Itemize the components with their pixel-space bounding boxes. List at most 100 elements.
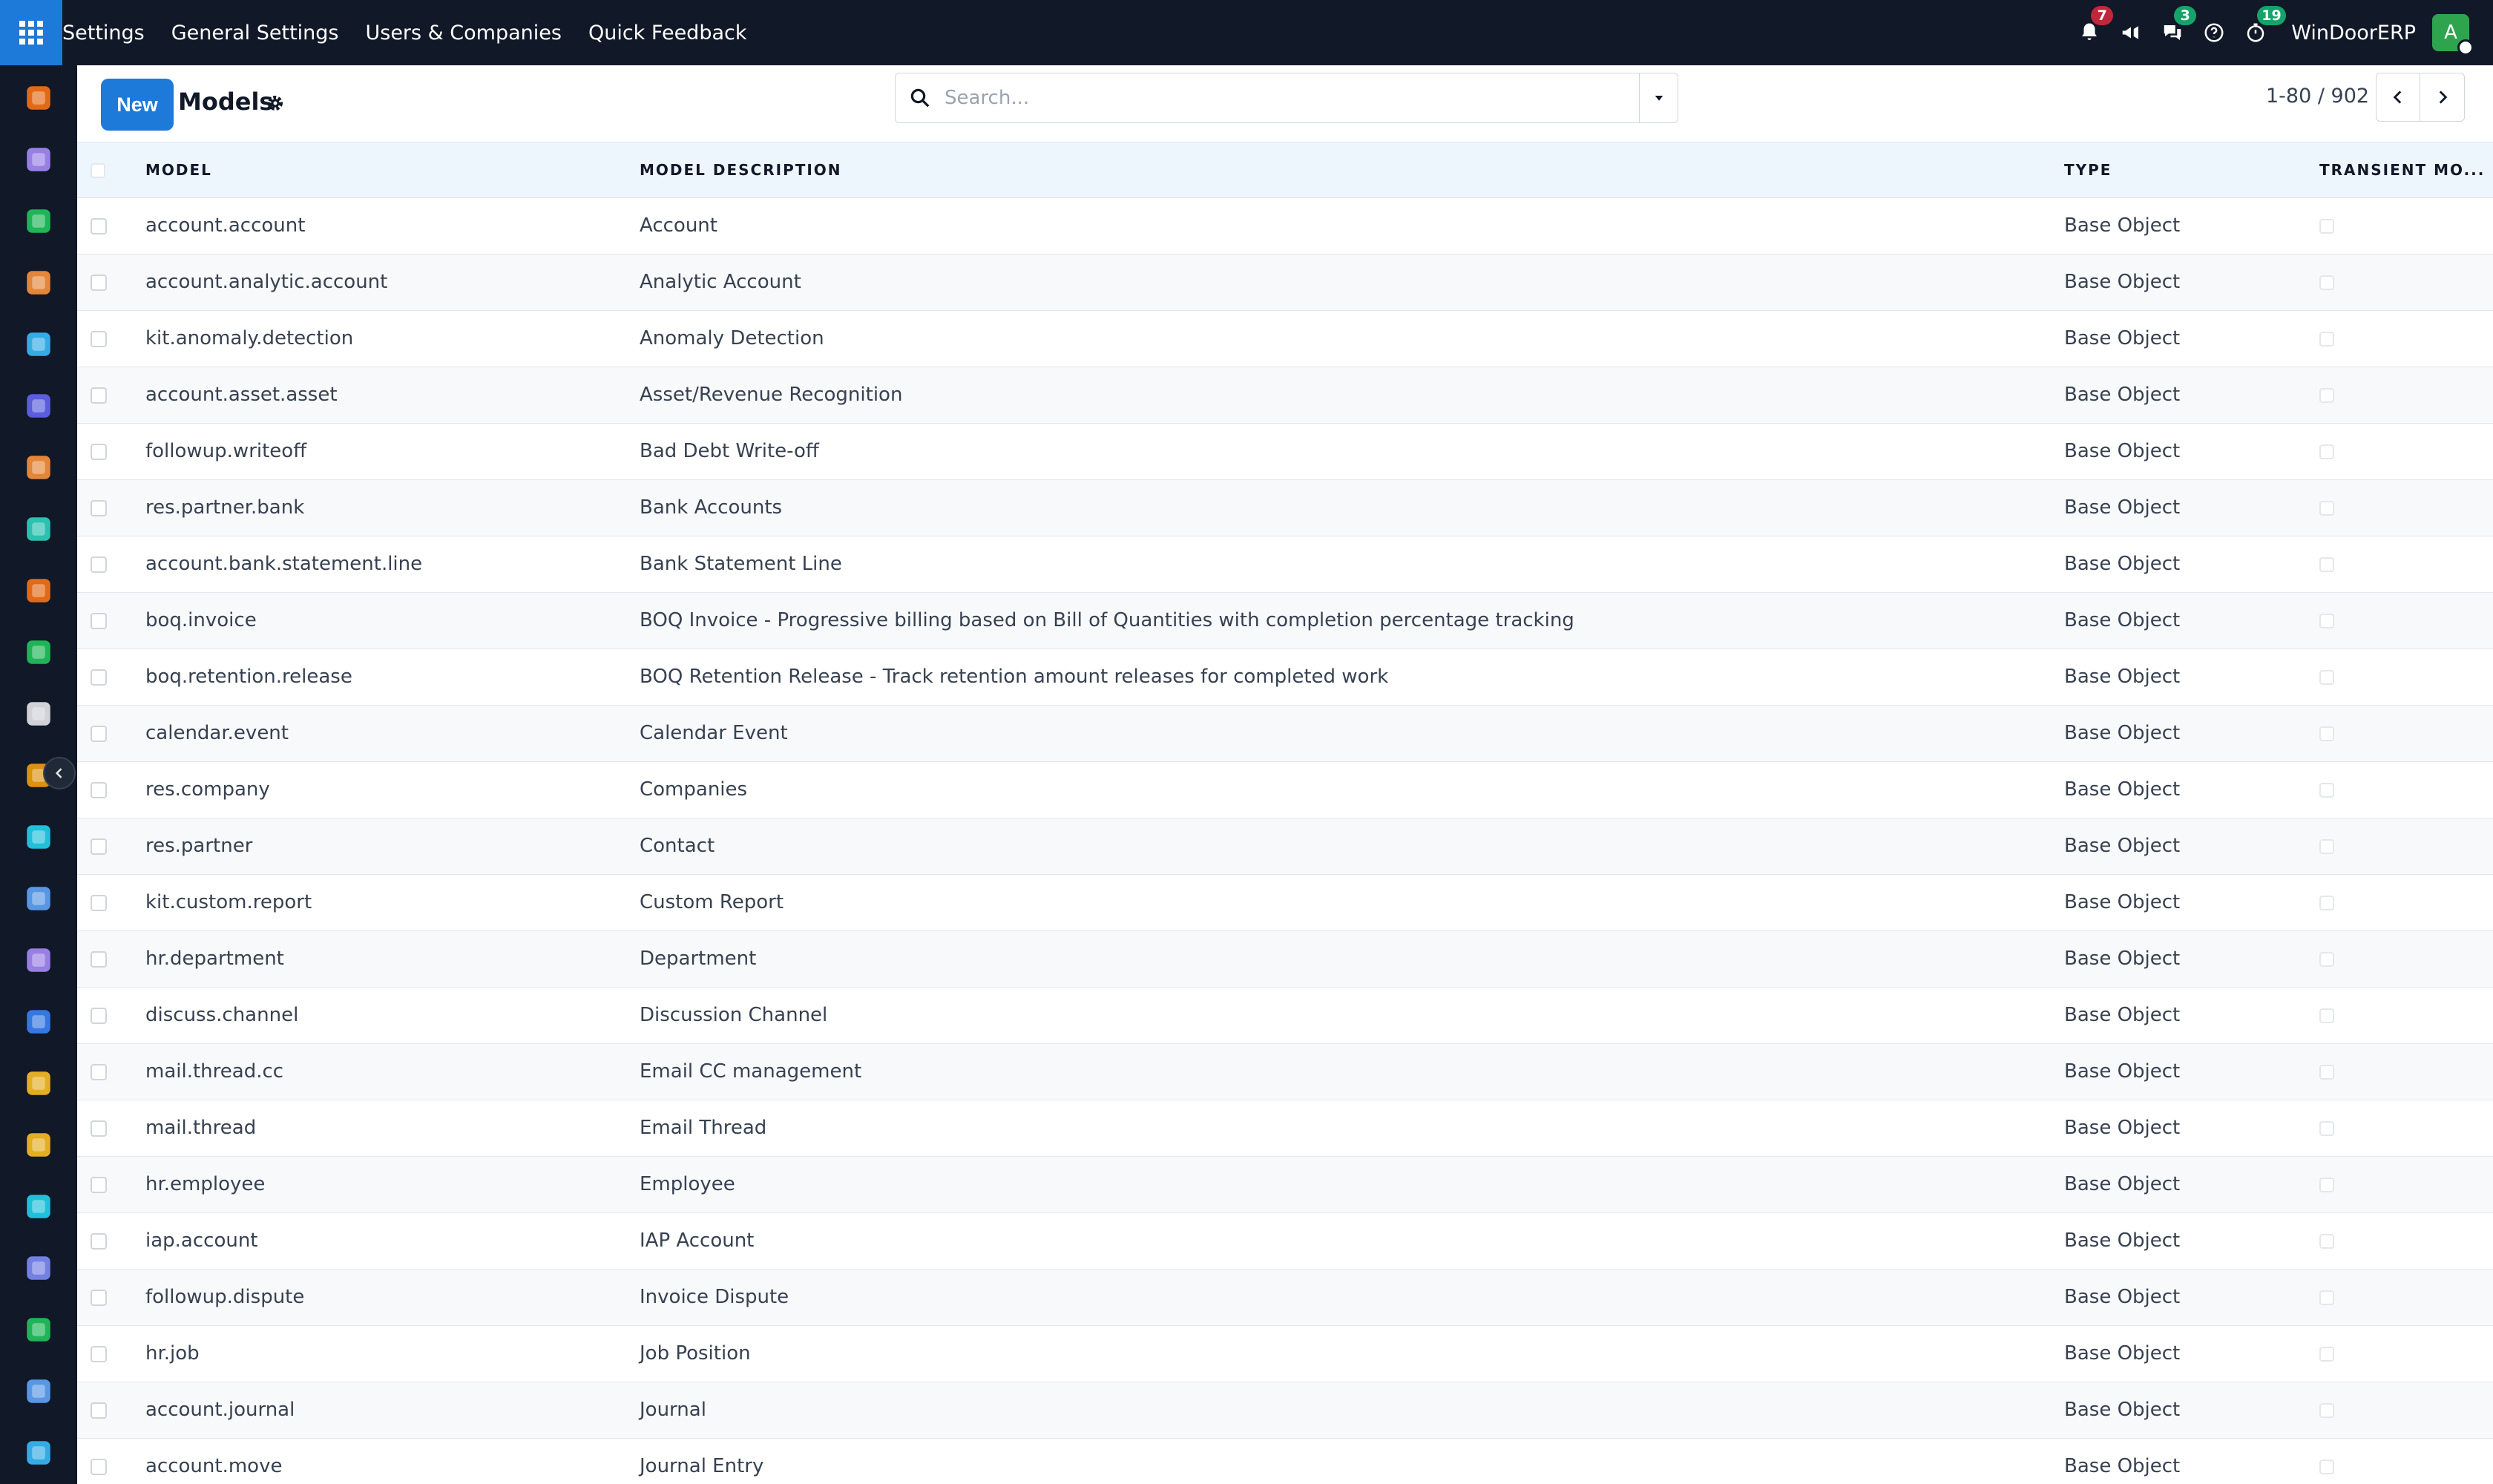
gear-icon[interactable] — [264, 92, 286, 114]
row-checkbox[interactable] — [91, 1176, 107, 1193]
new-button[interactable]: New — [101, 79, 174, 131]
pager-previous-button[interactable] — [2376, 73, 2420, 122]
sidebar-app-accounting[interactable] — [16, 568, 61, 613]
table-row[interactable]: kit.custom.report Custom Report Base Objec… — [77, 874, 2493, 930]
table-row[interactable]: followup.writeoff Bad Debt Write-off Base … — [77, 423, 2493, 479]
sidebar-app-contacts[interactable] — [16, 199, 61, 243]
row-checkbox[interactable] — [91, 499, 107, 516]
sidebar-app-helpdesk2[interactable] — [16, 1431, 61, 1475]
row-checkbox[interactable] — [91, 725, 107, 742]
announcements-button[interactable] — [2110, 0, 2152, 65]
row-checkbox[interactable] — [91, 838, 107, 855]
sidebar-app-chat[interactable] — [16, 445, 61, 490]
sidebar-app-project[interactable] — [16, 137, 61, 182]
header-model[interactable]: Model — [138, 142, 632, 198]
row-checkbox[interactable] — [91, 330, 107, 347]
sidebar-app-whatsapp[interactable] — [16, 1307, 61, 1352]
header-type[interactable]: Type — [2057, 142, 2312, 198]
timer-button[interactable]: 19 — [2235, 0, 2286, 65]
row-checkbox[interactable] — [91, 669, 107, 686]
sidebar-app-invoicing[interactable] — [16, 76, 61, 120]
sidebar-app-email-marketing[interactable] — [16, 384, 61, 428]
sidebar-app-calendar[interactable] — [16, 1123, 61, 1167]
table-row[interactable]: hr.department Department Base Object — [77, 930, 2493, 987]
table-row[interactable]: res.partner Contact Base Object — [77, 818, 2493, 874]
row-checkbox[interactable] — [91, 274, 107, 291]
row-checkbox[interactable] — [91, 1402, 107, 1419]
row-checkbox[interactable] — [91, 894, 107, 911]
row-checkbox[interactable] — [91, 781, 107, 798]
row-checkbox[interactable] — [91, 217, 107, 234]
messages-button[interactable]: 3 — [2152, 0, 2197, 65]
table-row[interactable]: account.account Account Base Object — [77, 197, 2493, 254]
search-options-toggle[interactable] — [1639, 73, 1678, 122]
table-row[interactable]: discuss.channel Discussion Channel Base Ob… — [77, 987, 2493, 1043]
row-checkbox[interactable] — [91, 612, 107, 629]
sidebar-app-inventory[interactable] — [16, 692, 61, 736]
pager-next-button[interactable] — [2420, 73, 2465, 122]
menu-users-companies[interactable]: Users & Companies — [352, 0, 574, 65]
row-checkbox[interactable] — [91, 951, 107, 968]
row-checkbox[interactable] — [91, 1063, 107, 1080]
table-row[interactable]: followup.dispute Invoice Dispute Base Obje… — [77, 1269, 2493, 1325]
row-checkbox[interactable] — [91, 443, 107, 460]
help-button[interactable] — [2193, 0, 2235, 65]
table-row[interactable]: account.bank.statement.line Bank Statemen… — [77, 536, 2493, 592]
select-all-checkbox[interactable] — [91, 163, 105, 179]
cell-model-description: Discussion Channel — [640, 1004, 828, 1026]
table-row[interactable]: mail.thread Email Thread Base Object — [77, 1100, 2493, 1156]
sidebar-app-team[interactable] — [16, 1061, 61, 1106]
row-checkbox[interactable] — [91, 387, 107, 404]
cell-model-description: Anomaly Detection — [640, 327, 824, 349]
sidebar-app-sign[interactable] — [16, 507, 61, 551]
activity-button[interactable]: 7 — [2069, 0, 2114, 65]
table-body: account.account Account Base Object account… — [77, 197, 2493, 1484]
table-row[interactable]: res.partner.bank Bank Accounts Base Object — [77, 479, 2493, 536]
table-row[interactable]: hr.employee Employee Base Object — [77, 1156, 2493, 1212]
row-checkbox[interactable] — [91, 1289, 107, 1306]
table-row[interactable]: account.analytic.account Analytic Account… — [77, 254, 2493, 310]
cell-type: Base Object — [2064, 835, 2181, 857]
knowledge-icon — [27, 887, 50, 910]
row-checkbox[interactable] — [91, 556, 107, 573]
sidebar-app-timesheet[interactable] — [16, 1369, 61, 1414]
row-checkbox[interactable] — [91, 1458, 107, 1475]
table-row[interactable]: res.company Companies Base Object — [77, 761, 2493, 818]
sidebar-app-discuss[interactable] — [16, 260, 61, 305]
menu-general-settings[interactable]: General Settings — [158, 0, 352, 65]
menu-settings[interactable]: Settings — [62, 0, 158, 65]
table-row[interactable]: hr.job Job Position Base Object — [77, 1325, 2493, 1382]
sidebar-app-todo[interactable] — [16, 815, 61, 859]
table-row[interactable]: account.move Journal Entry Base Object — [77, 1438, 2493, 1484]
table-row[interactable]: account.journal Journal Base Object — [77, 1382, 2493, 1438]
sign-icon — [27, 517, 50, 541]
row-select-cell — [77, 649, 138, 705]
row-checkbox[interactable] — [91, 1232, 107, 1250]
header-model-description[interactable]: Model Description — [632, 142, 2057, 198]
table-row[interactable]: iap.account IAP Account Base Object — [77, 1212, 2493, 1269]
search-input[interactable] — [945, 76, 1639, 120]
sidebar-app-dashboards[interactable] — [16, 1246, 61, 1290]
table-row[interactable]: mail.thread.cc Email CC management Base Ob… — [77, 1043, 2493, 1100]
pager-value[interactable]: 1-80 / 902 — [2266, 85, 2369, 108]
company-switcher[interactable]: WinDoorERP — [2291, 22, 2416, 45]
sidebar-app-apps-store[interactable] — [16, 938, 61, 982]
table-row[interactable]: boq.retention.release BOQ Retention Relea… — [77, 649, 2493, 705]
app-switcher-button[interactable] — [0, 0, 62, 65]
sidebar-app-expenses[interactable] — [16, 999, 61, 1044]
user-avatar[interactable]: A — [2432, 14, 2474, 56]
table-row[interactable]: boq.invoice BOQ Invoice - Progressive bil… — [77, 592, 2493, 649]
sidebar-app-edit[interactable] — [16, 1184, 61, 1229]
row-checkbox[interactable] — [91, 1007, 107, 1024]
table-row[interactable]: kit.anomaly.detection Anomaly Detection Ba… — [77, 310, 2493, 367]
sidebar-collapse-button[interactable] — [43, 757, 76, 789]
menu-quick-feedback[interactable]: Quick Feedback — [575, 0, 761, 65]
row-checkbox[interactable] — [91, 1345, 107, 1362]
table-row[interactable]: account.asset.asset Asset/Revenue Recogni… — [77, 367, 2493, 423]
table-row[interactable]: calendar.event Calendar Event Base Object — [77, 705, 2493, 761]
sidebar-app-helpdesk[interactable] — [16, 322, 61, 367]
header-transient-model[interactable]: Transient Mo... — [2312, 142, 2493, 198]
sidebar-app-employees[interactable] — [16, 630, 61, 674]
sidebar-app-knowledge[interactable] — [16, 876, 61, 921]
row-checkbox[interactable] — [91, 1120, 107, 1137]
